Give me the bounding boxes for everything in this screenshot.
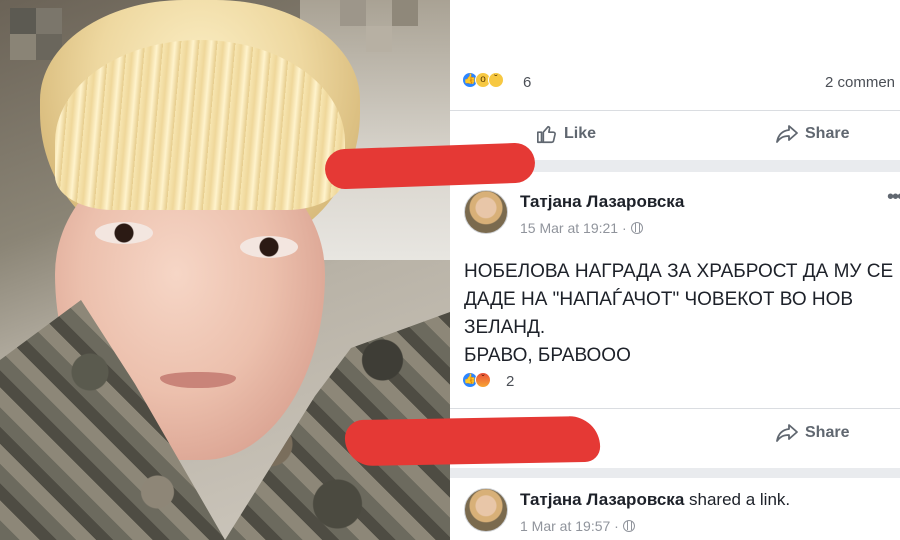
author-name[interactable]: Татјана Лазаровска	[520, 490, 684, 509]
share-button[interactable]: Share	[775, 123, 849, 145]
shared-link-text: shared a link.	[684, 490, 791, 509]
author-name-line: Татјана Лазаровска shared a link.	[520, 490, 790, 510]
post-text-line: ЗЕЛАНД.	[464, 317, 546, 338]
share-arrow-icon	[776, 424, 798, 442]
author-name[interactable]: Татјана Лазаровска	[520, 192, 684, 212]
share-label: Share	[805, 424, 850, 441]
pixelated-block	[366, 26, 392, 52]
pixelated-block	[10, 34, 36, 60]
divider	[450, 110, 900, 111]
post-text-line: ДАДЕ НА "НАПАЃАЧОТ" ЧОВЕКОТ ВО НОВ	[464, 289, 854, 310]
right-eye	[240, 236, 298, 258]
reaction-icons[interactable]: 👍 o ˘	[462, 72, 504, 88]
sad-reaction-icon: ˘	[488, 72, 504, 88]
post-timestamp[interactable]: 15 Mar at 19:21 ·	[520, 220, 627, 236]
comments-count[interactable]: 2 commen	[825, 74, 895, 91]
divider	[450, 408, 900, 409]
pixelated-block	[392, 0, 418, 26]
reaction-count[interactable]: 6	[523, 74, 531, 91]
angry-reaction-icon: ˇ	[475, 372, 491, 388]
share-button[interactable]: Share	[775, 422, 849, 444]
post-text: НОБЕЛОВА НАГРАДА ЗА ХРАБРОСТ ДА МУ СЕ ДА…	[464, 258, 900, 370]
like-button[interactable]: Like	[536, 123, 596, 145]
globe-icon	[630, 222, 643, 234]
post-meta: 1 Mar at 19:57 ·	[520, 518, 635, 534]
post-text-line: БРАВО, БРАВООО	[464, 345, 631, 366]
post-text-line: НОБЕЛОВА НАГРАДА ЗА ХРАБРОСТ ДА МУ СЕ	[464, 261, 894, 282]
globe-icon	[622, 520, 635, 532]
pixelated-block	[10, 8, 36, 34]
post-card-bottom: Татјана Лазаровска shared a link. 1 Mar …	[450, 478, 900, 540]
more-options-icon[interactable]: •••	[887, 186, 900, 209]
thumbs-up-icon	[537, 125, 556, 144]
author-avatar[interactable]	[464, 488, 508, 532]
left-eye	[95, 222, 153, 244]
post-timestamp[interactable]: 1 Mar at 19:57 ·	[520, 518, 619, 534]
post-card-top: 👍 o ˘ 6 2 commen Like Share	[450, 0, 900, 160]
post-meta: 15 Mar at 19:21 ·	[520, 220, 643, 236]
pixelated-block	[340, 0, 366, 26]
reaction-icons[interactable]: 👍 ˇ	[462, 372, 491, 388]
author-avatar[interactable]	[464, 190, 508, 234]
share-arrow-icon	[776, 125, 798, 143]
like-label: Like	[564, 125, 597, 142]
red-redaction-mark	[324, 142, 536, 190]
red-redaction-mark	[344, 415, 601, 467]
pixelated-block	[36, 8, 62, 34]
share-label: Share	[805, 125, 850, 142]
reaction-count[interactable]: 2	[506, 373, 514, 390]
